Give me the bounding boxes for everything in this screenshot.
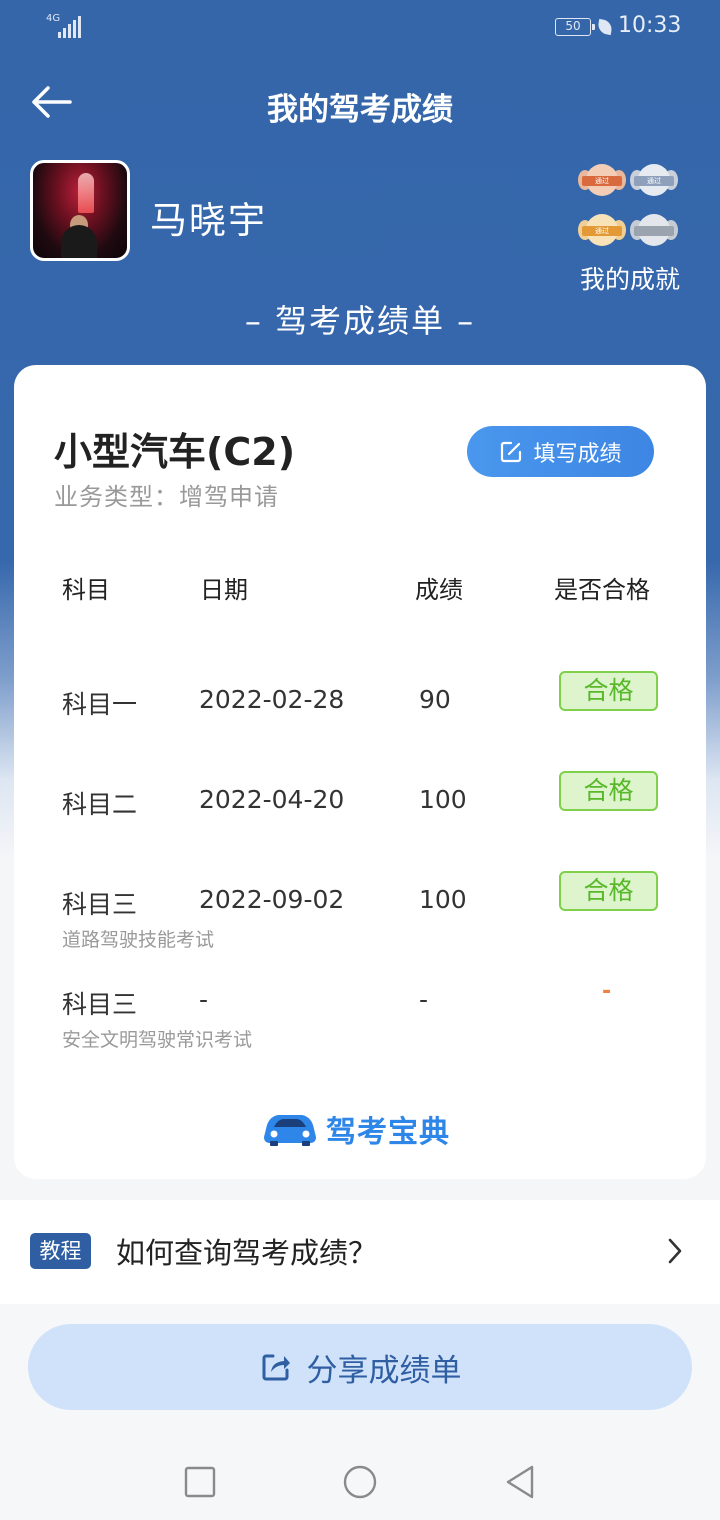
business-type: 业务类型：增驾申请 xyxy=(54,483,279,511)
table-row: 科目二 2022-04-20 100 合格 xyxy=(14,771,706,865)
platinum-medal-icon xyxy=(630,210,678,252)
row-score: 100 xyxy=(419,785,467,814)
table-row: 科目三 道路驾驶技能考试 2022-09-02 100 合格 xyxy=(14,871,706,965)
row-date: 2022-09-02 xyxy=(199,885,345,914)
pass-status-empty: - xyxy=(602,979,612,1004)
achievements-label: 我的成就 xyxy=(579,265,680,294)
table-row: 科目三 安全文明驾驶常识考试 - - - xyxy=(14,979,706,1065)
status-bar: 4G 50 10:33 xyxy=(0,0,720,56)
page-title: 我的驾考成绩 xyxy=(267,92,453,128)
row-score: - xyxy=(419,985,429,1014)
brand-name: 驾考宝典 xyxy=(326,1115,450,1150)
chevron-right-icon xyxy=(660,1236,690,1266)
column-date: 日期 xyxy=(200,576,248,604)
signal-icon: 4G xyxy=(46,14,86,40)
pass-badge: 合格 xyxy=(559,671,658,711)
fill-score-label: 填写成绩 xyxy=(533,441,622,467)
pass-badge: 合格 xyxy=(559,871,658,911)
tutorial-link[interactable]: 教程 如何查询驾考成绩？ xyxy=(0,1200,720,1304)
row-date: 2022-02-28 xyxy=(199,685,345,714)
tutorial-text: 如何查询驾考成绩？ xyxy=(116,1236,378,1270)
table-header: 科目 日期 成绩 是否合格 xyxy=(14,570,706,610)
battery-icon: 50 xyxy=(555,18,595,36)
vehicle-class: 小型汽车(C2) xyxy=(54,430,296,474)
achievements[interactable]: 通过 通过 通过 我的成就 xyxy=(570,160,690,300)
row-subject: 科目三 xyxy=(62,890,138,919)
row-subtitle: 道路驾驶技能考试 xyxy=(62,929,215,951)
table-row: 科目一 2022-02-28 90 合格 xyxy=(14,671,706,765)
column-score: 成绩 xyxy=(415,576,463,604)
score-card: 小型汽车(C2) 业务类型：增驾申请 填写成绩 科目 日期 成绩 是否合格 科目… xyxy=(14,365,706,1179)
share-icon xyxy=(262,1354,290,1381)
car-icon xyxy=(264,1115,316,1146)
pass-badge: 合格 xyxy=(559,771,658,811)
silver-medal-icon: 通过 xyxy=(630,160,678,202)
power-saving-leaf-icon xyxy=(596,18,614,36)
profile-section: 马晓宇 通过 通过 通过 我的成就 xyxy=(0,160,720,300)
clock: 10:33 xyxy=(618,13,682,38)
brand-logo: 驾考宝典 xyxy=(260,1105,460,1150)
report-heading: – 驾考成绩单 – xyxy=(244,302,476,340)
share-report-label: 分享成绩单 xyxy=(306,1352,462,1389)
avatar[interactable] xyxy=(30,160,130,261)
tutorial-badge: 教程 xyxy=(30,1233,91,1269)
fill-score-button[interactable]: 填写成绩 xyxy=(467,426,654,477)
system-nav-bar xyxy=(0,1440,720,1520)
gold-medal-icon: 通过 xyxy=(578,210,626,252)
bottom-area: 分享成绩单 xyxy=(0,1304,720,1520)
column-pass: 是否合格 xyxy=(554,576,650,604)
row-subject: 科目一 xyxy=(62,690,138,719)
back-triangle-icon[interactable] xyxy=(500,1462,540,1502)
home-circle-icon[interactable] xyxy=(340,1462,380,1502)
row-date: 2022-04-20 xyxy=(199,785,345,814)
header: 我的驾考成绩 xyxy=(0,70,720,140)
edit-icon xyxy=(501,441,522,462)
row-date: - xyxy=(199,985,209,1014)
share-report-button[interactable]: 分享成绩单 xyxy=(28,1324,692,1410)
row-subtitle: 安全文明驾驶常识考试 xyxy=(62,1029,253,1051)
bronze-medal-icon: 通过 xyxy=(578,160,626,202)
row-score: 90 xyxy=(419,685,451,714)
row-subject: 科目三 xyxy=(62,990,138,1019)
row-score: 100 xyxy=(419,885,467,914)
row-subject: 科目二 xyxy=(62,790,138,819)
column-subject: 科目 xyxy=(62,576,110,604)
recents-square-icon[interactable] xyxy=(180,1462,220,1502)
user-name: 马晓宇 xyxy=(150,199,267,242)
